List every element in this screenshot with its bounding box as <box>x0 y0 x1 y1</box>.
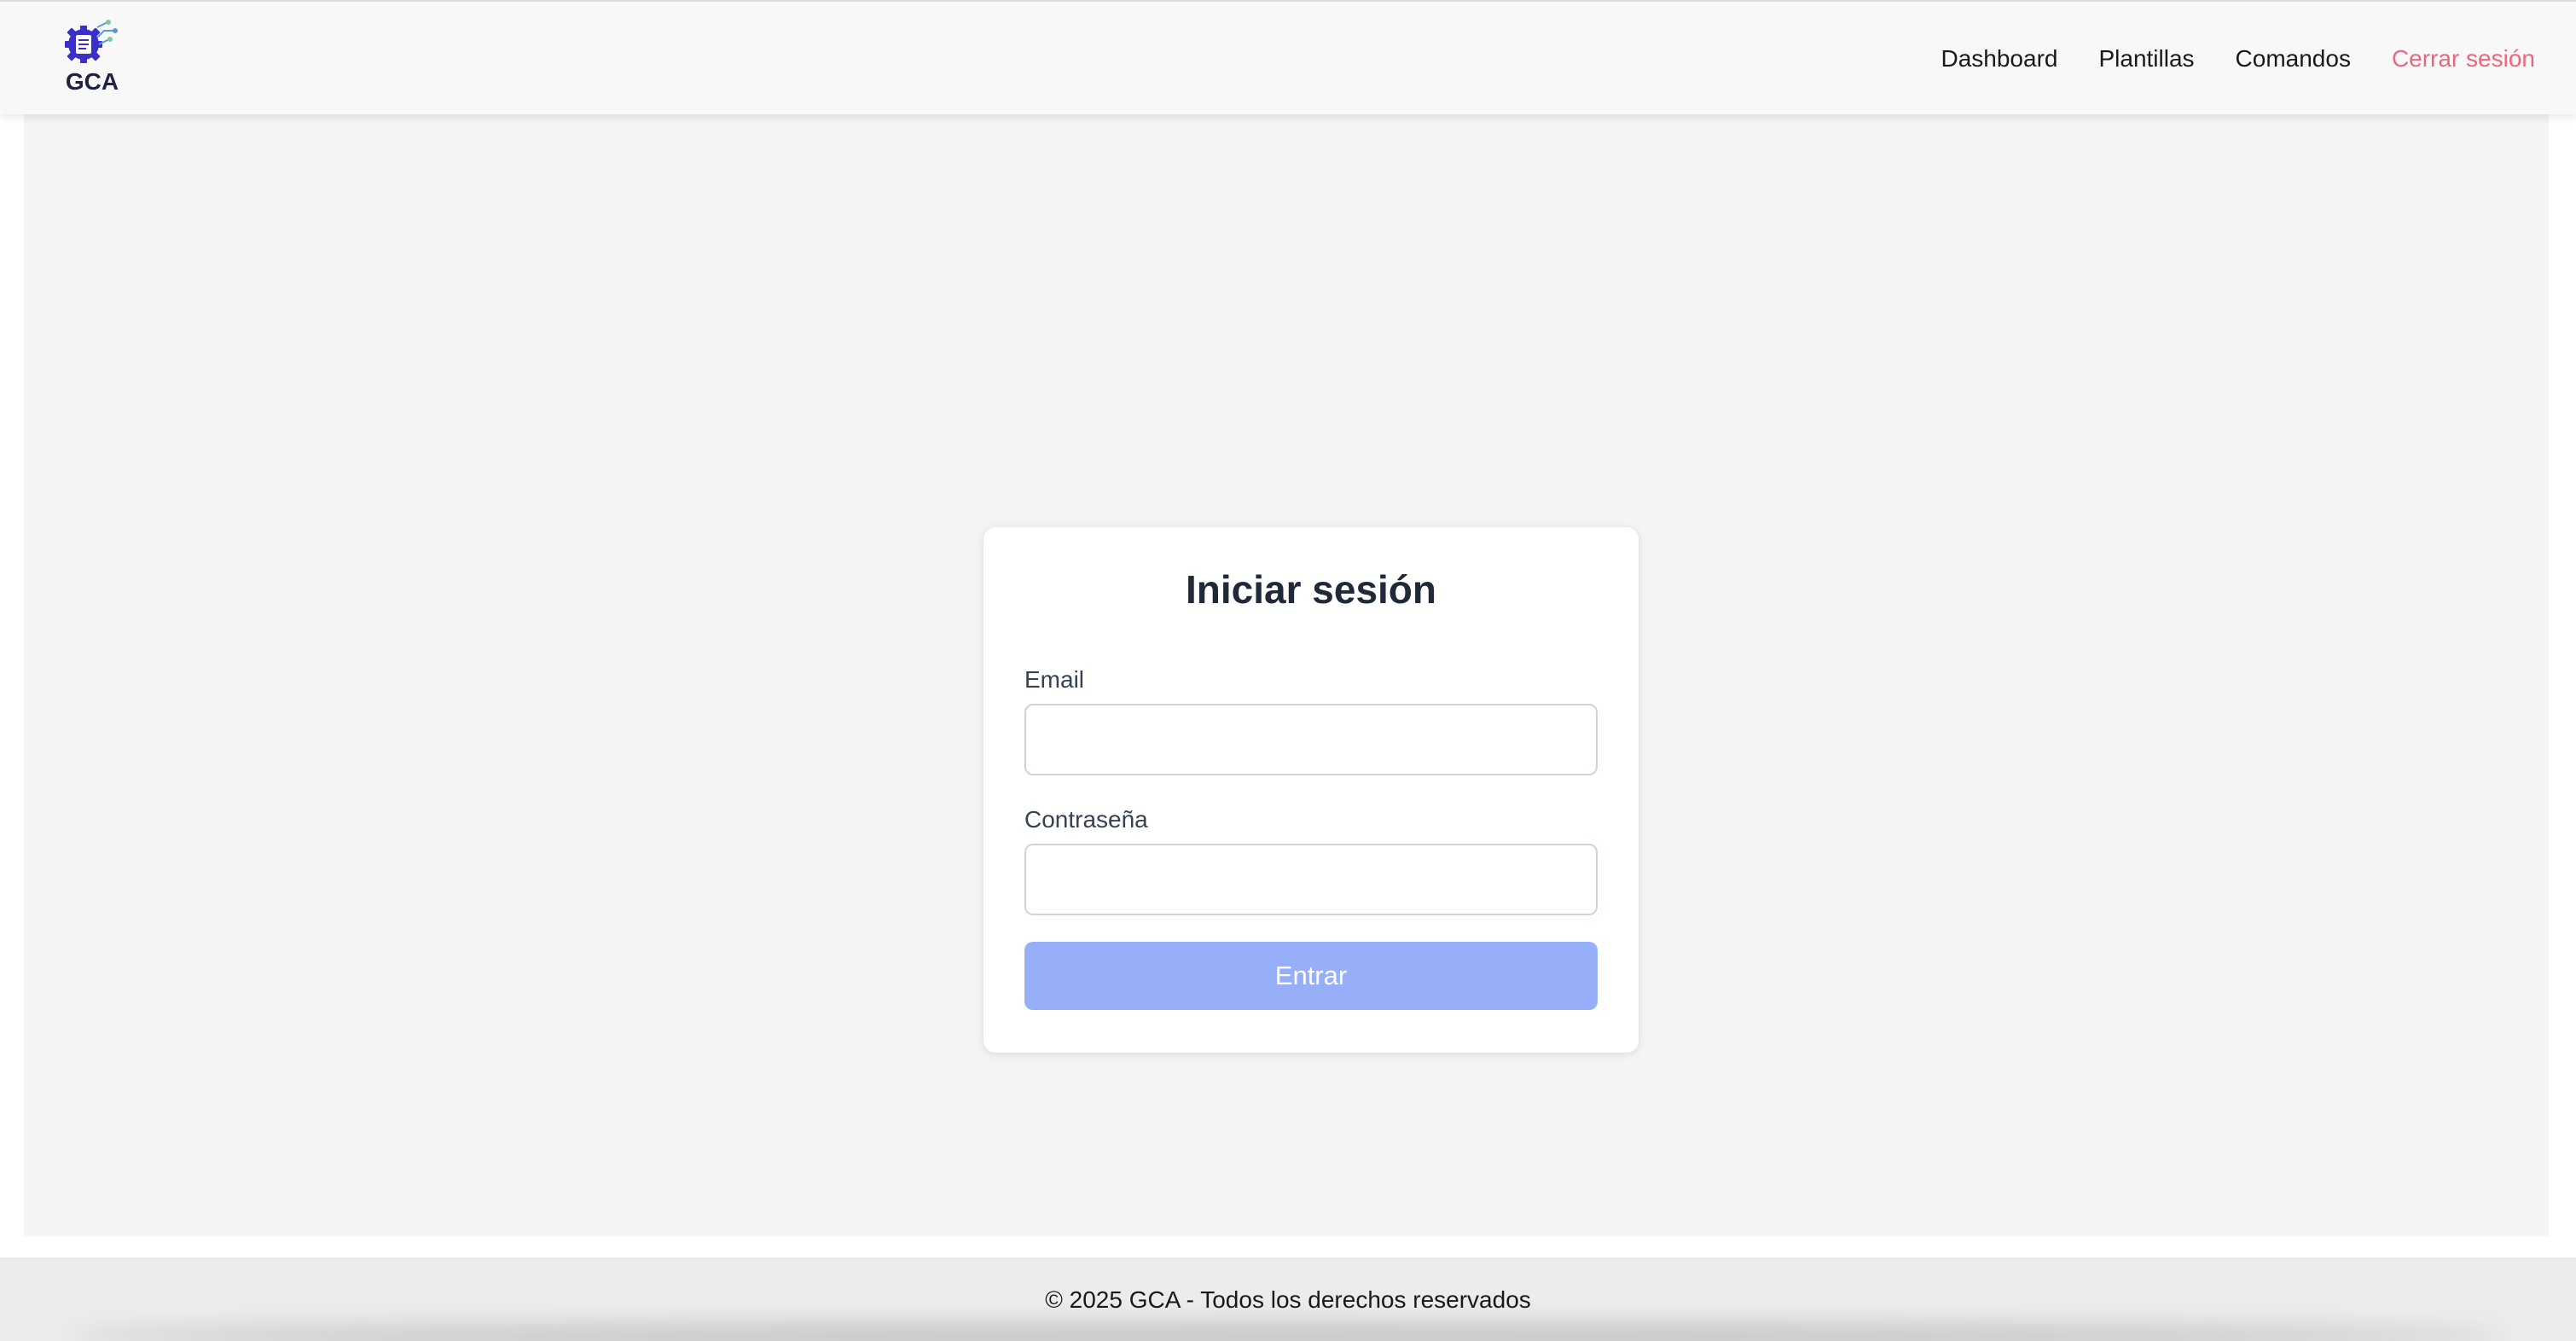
email-label: Email <box>1024 666 1085 693</box>
footer-shadow <box>68 1324 2508 1341</box>
gear-document-icon <box>65 20 118 63</box>
nav-templates-link[interactable]: Plantillas <box>2098 45 2194 73</box>
login-submit-button[interactable]: Entrar <box>1024 942 1598 1010</box>
gca-logo[interactable]: GCA <box>60 19 125 101</box>
login-card: Iniciar sesión Email Contraseña Entrar <box>983 527 1639 1053</box>
nav-commands-link[interactable]: Comandos <box>2236 45 2351 73</box>
nav-dashboard-link[interactable]: Dashboard <box>1941 45 2057 73</box>
email-input[interactable] <box>1024 704 1598 775</box>
password-input[interactable] <box>1024 844 1598 915</box>
login-title: Iniciar sesión <box>1185 567 1436 612</box>
nav-links: Dashboard Plantillas Comandos Cerrar ses… <box>1941 2 2535 116</box>
logout-link[interactable]: Cerrar sesión <box>2392 45 2535 73</box>
main-content: Iniciar sesión Email Contraseña Entrar <box>24 114 2549 1236</box>
password-label: Contraseña <box>1024 806 1148 833</box>
brand-name: GCA <box>65 68 119 95</box>
footer-copyright: © 2025 GCA - Todos los derechos reservad… <box>1045 1286 1531 1313</box>
page-footer: © 2025 GCA - Todos los derechos reservad… <box>0 1257 2576 1341</box>
top-navbar: GCA Dashboard Plantillas Comandos Cerrar… <box>0 0 2576 114</box>
